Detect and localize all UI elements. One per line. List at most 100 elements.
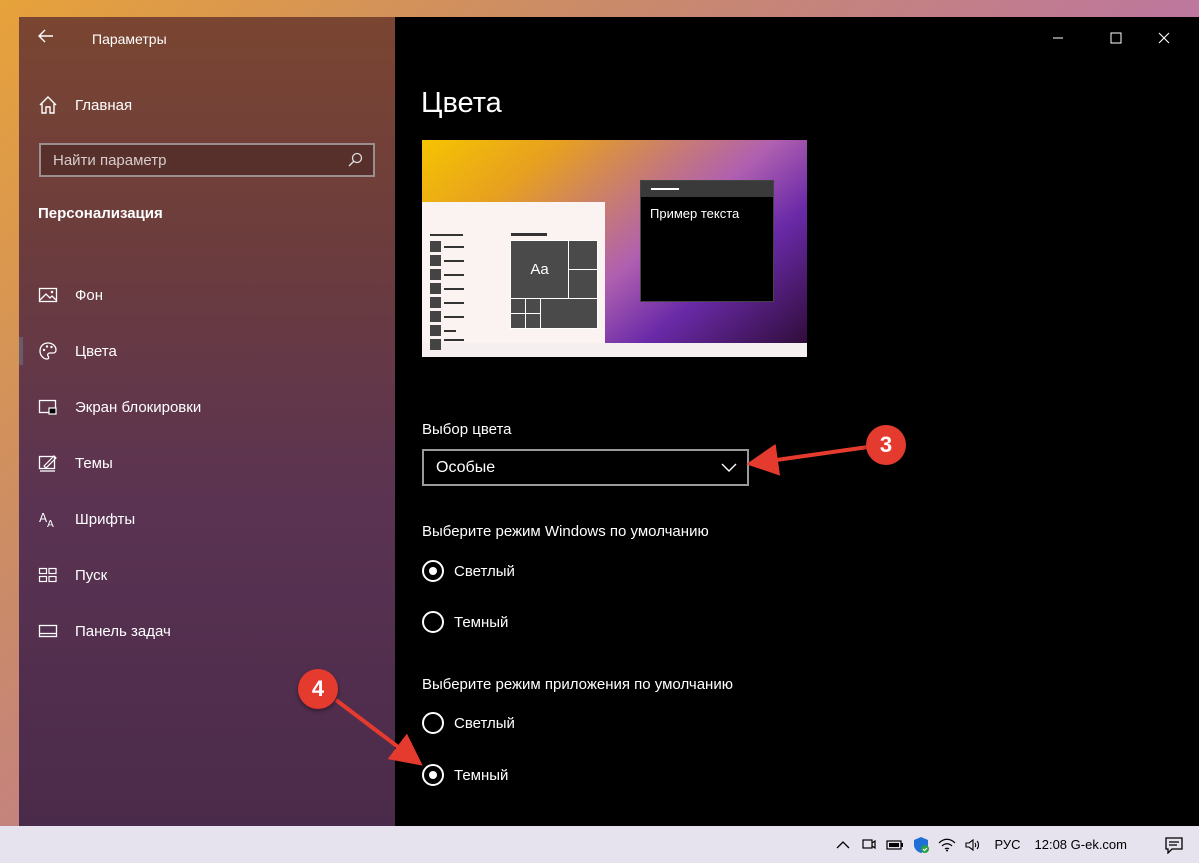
picture-icon: [38, 287, 58, 303]
chevron-down-icon: [721, 463, 737, 472]
taskbar: РУС 12:08 G-ek.com: [0, 826, 1199, 863]
radio-label: Светлый: [454, 562, 515, 580]
preview-list-square: [430, 269, 441, 280]
wifi-icon[interactable]: [934, 826, 960, 863]
back-button[interactable]: [37, 27, 59, 49]
preview-list-square: [430, 311, 441, 322]
app-mode-label: Выберите режим приложения по умолчанию: [422, 676, 733, 693]
preview-list-square: [430, 283, 441, 294]
preview-list-square: [430, 297, 441, 308]
preview-tile: [525, 313, 541, 329]
preview-list-line: [444, 316, 464, 318]
preview-dark-titlebar: [641, 181, 773, 197]
sidebar-item-taskbar[interactable]: Панель задач: [19, 603, 395, 659]
annotation-marker-4: 4: [298, 669, 338, 709]
sidebar-item-label: Главная: [75, 96, 133, 114]
preview-list-line: [444, 330, 456, 332]
preview-list-line: [430, 234, 463, 236]
preview-sample-text: Пример текста: [650, 206, 740, 221]
svg-text:A: A: [47, 519, 54, 529]
windows-mode-light-option[interactable]: Светлый: [422, 559, 515, 583]
dropdown-value: Особые: [436, 458, 496, 476]
radio-button[interactable]: [422, 560, 444, 582]
sidebar-item-home[interactable]: Главная: [37, 93, 132, 117]
minimize-icon: [1053, 37, 1063, 39]
preview-list-line: [444, 302, 464, 304]
preview-taskbar: [422, 343, 807, 357]
preview-tile-large: Aa: [510, 240, 569, 299]
home-icon: [39, 96, 57, 114]
preview-tile: [568, 269, 598, 299]
sidebar-item-colors[interactable]: Цвета: [19, 323, 395, 379]
color-choice-label: Выбор цвета: [422, 421, 512, 438]
sidebar-item-label: Цвета: [75, 342, 117, 360]
preview-list-square: [430, 255, 441, 266]
radio-label: Темный: [454, 766, 509, 784]
search-box[interactable]: [39, 143, 375, 177]
radio-button[interactable]: [422, 611, 444, 633]
app-mode-light-option[interactable]: Светлый: [422, 711, 515, 735]
fonts-icon: AA: [39, 511, 54, 529]
preview-list-line: [444, 274, 464, 276]
taskbar-icon: [38, 624, 58, 638]
color-choice-dropdown[interactable]: Особые: [422, 449, 749, 486]
notifications-icon: [1165, 836, 1183, 854]
preview-list-square: [430, 325, 441, 336]
preview-tile: [568, 240, 598, 270]
maximize-button[interactable]: [1093, 25, 1139, 51]
sidebar-item-background[interactable]: Фон: [19, 267, 395, 323]
preview-tile: [510, 313, 526, 329]
sidebar-item-label: Панель задач: [75, 622, 171, 640]
close-button[interactable]: [1141, 25, 1187, 51]
radio-label: Темный: [454, 613, 509, 631]
chevron-up-icon[interactable]: [830, 826, 856, 863]
close-icon: [1158, 32, 1170, 44]
sidebar-item-label: Пуск: [75, 566, 108, 584]
sidebar-item-lock-screen[interactable]: Экран блокировки: [19, 379, 395, 435]
radio-button[interactable]: [422, 764, 444, 786]
lock-screen-icon: [38, 399, 57, 415]
search-icon[interactable]: [347, 152, 363, 168]
volume-icon[interactable]: [960, 826, 986, 863]
windows-mode-label: Выберите режим Windows по умолчанию: [422, 523, 709, 540]
preview-list-line: [444, 246, 464, 248]
clock[interactable]: 12:08 G-ek.com: [1035, 837, 1128, 852]
start-icon: [38, 567, 57, 583]
preview-tiles-header: [511, 233, 547, 236]
preview-tile: [540, 298, 598, 329]
windows-mode-dark-option[interactable]: Темный: [422, 610, 508, 634]
radio-button[interactable]: [422, 712, 444, 734]
preview-tile: [510, 298, 526, 314]
sidebar-item-start[interactable]: Пуск: [19, 547, 395, 603]
app-mode-dark-option[interactable]: Темный: [422, 763, 508, 787]
palette-icon: [39, 342, 57, 360]
theme-preview: Aa Пример текста: [422, 140, 807, 357]
annotation-marker-3: 3: [866, 425, 906, 465]
sidebar-item-label: Фон: [75, 286, 104, 304]
sidebar: Параметры Главная Персонализация Фон Цве…: [19, 17, 395, 826]
preview-list-line: [444, 288, 464, 290]
search-input[interactable]: [53, 151, 347, 169]
security-shield-icon[interactable]: [908, 826, 934, 863]
preview-list-line: [444, 260, 464, 262]
minimize-button[interactable]: [1035, 25, 1081, 51]
maximize-icon: [1110, 32, 1122, 44]
meet-now-icon[interactable]: [856, 826, 882, 863]
sidebar-item-label: Темы: [75, 454, 113, 472]
notifications-button[interactable]: [1149, 826, 1199, 863]
preview-list-square: [430, 241, 441, 252]
system-tray: РУС 12:08 G-ek.com: [830, 826, 1199, 863]
page-title: Цвета: [421, 87, 502, 119]
radio-label: Светлый: [454, 714, 515, 732]
language-indicator[interactable]: РУС: [994, 837, 1020, 852]
section-title: Персонализация: [38, 205, 163, 222]
sidebar-item-label: Шрифты: [75, 510, 136, 528]
sidebar-item-fonts[interactable]: AA Шрифты: [19, 491, 395, 547]
battery-icon[interactable]: [882, 826, 908, 863]
settings-window: Параметры Главная Персонализация Фон Цве…: [19, 17, 1199, 826]
preview-list-line: [444, 339, 464, 341]
themes-icon: [38, 455, 57, 472]
main-panel: Цвета Aa Пример текста Выбор цвета Особы…: [395, 17, 1199, 826]
preview-tile: [525, 298, 541, 314]
sidebar-item-themes[interactable]: Темы: [19, 435, 395, 491]
